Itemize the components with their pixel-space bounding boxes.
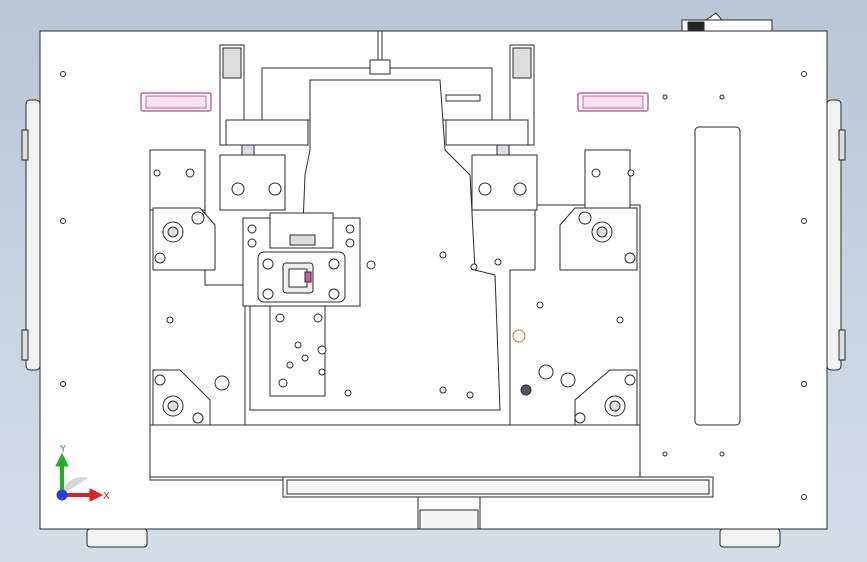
cad-viewport[interactable]: Y X	[0, 0, 867, 562]
left-handle	[21, 99, 41, 371]
power-switch	[681, 12, 773, 32]
center-fixture	[242, 212, 361, 307]
cable-slot	[694, 126, 741, 426]
axis-x-label: X	[103, 491, 110, 502]
bottom-feet	[86, 528, 781, 548]
cad-drawing: Y X	[21, 12, 846, 548]
axis-y-label: Y	[59, 444, 67, 455]
sensor-stack	[269, 305, 327, 397]
right-handle	[826, 99, 846, 371]
fiber-connector	[369, 59, 391, 75]
